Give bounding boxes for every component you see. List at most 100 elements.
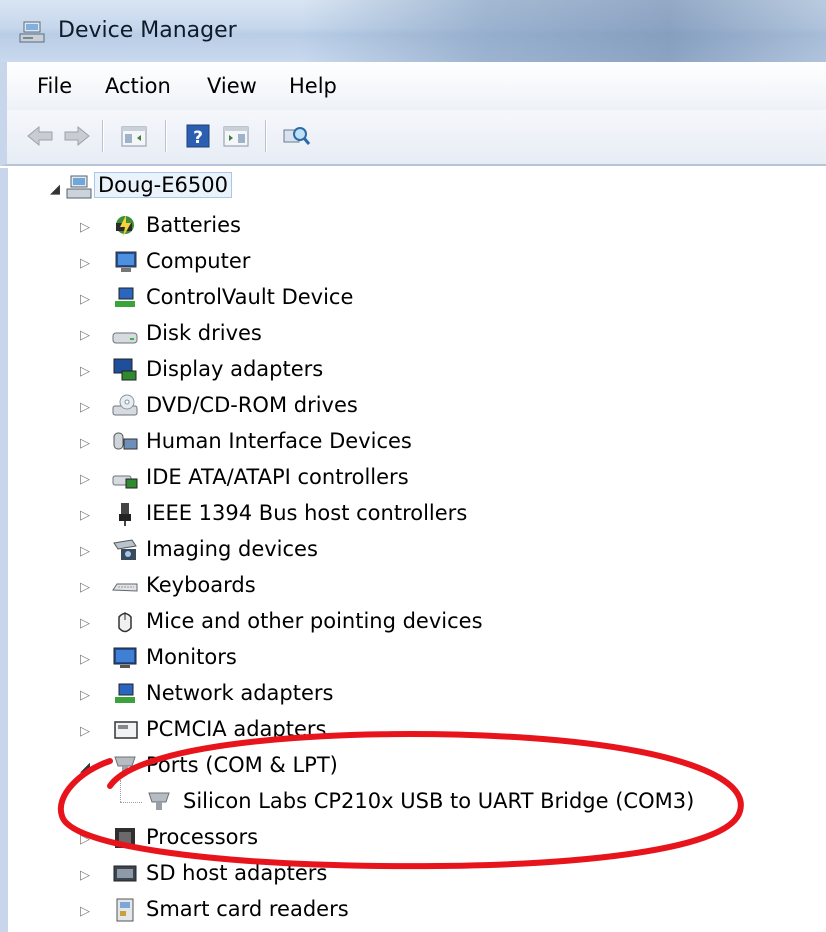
expand-arrow-icon[interactable]: ▷ xyxy=(80,688,90,703)
tree-item-pcmcia[interactable]: ▷ PCMCIA adapters xyxy=(8,712,826,748)
ide-controller-icon xyxy=(112,475,138,489)
expand-arrow-icon[interactable]: ▷ xyxy=(80,436,90,451)
disk-drive-icon xyxy=(112,332,138,344)
menu-bar: File Action View Help xyxy=(0,62,826,110)
tree-item-label: Batteries xyxy=(146,213,241,237)
tree-item-silicon-labs-port[interactable]: Silicon Labs CP210x USB to UART Bridge (… xyxy=(8,780,826,820)
menu-help[interactable]: Help xyxy=(289,74,337,98)
show-hide-console-tree-icon[interactable] xyxy=(119,122,149,150)
tree-item-label: Ports (COM & LPT) xyxy=(146,753,338,777)
expand-arrow-icon[interactable]: ▷ xyxy=(80,220,90,235)
expand-arrow-icon[interactable]: ▷ xyxy=(80,832,90,847)
toolbar-separator xyxy=(265,120,267,152)
tree-item-computer[interactable]: ▷ Computer xyxy=(8,244,826,280)
toolbar: ? xyxy=(0,110,826,166)
port-icon xyxy=(148,792,170,810)
tree-item-label: ControlVault Device xyxy=(146,285,354,309)
tree-item-imaging-devices[interactable]: ▷ Imaging devices xyxy=(8,532,826,568)
tree-item-network-adapters[interactable]: ▷ Network adapters xyxy=(8,676,826,712)
tree-item-ports[interactable]: ◢ Ports (COM & LPT) xyxy=(8,748,826,784)
expand-arrow-icon[interactable]: ▷ xyxy=(80,508,90,523)
computer-icon xyxy=(66,175,92,199)
tree-item-label: Computer xyxy=(146,249,251,273)
window-title: Device Manager xyxy=(58,18,237,43)
back-arrow-icon[interactable] xyxy=(25,122,55,150)
toolbar-separator xyxy=(102,120,104,152)
help-icon[interactable]: ? xyxy=(183,122,213,150)
tree-item-keyboards[interactable]: ▷ Keyboards xyxy=(8,568,826,604)
toolbar-separator xyxy=(165,120,167,152)
expand-arrow-icon[interactable]: ▷ xyxy=(80,652,90,667)
tree-root[interactable]: ◢ Doug-E6500 xyxy=(8,168,826,204)
show-hide-action-pane-icon[interactable] xyxy=(221,122,251,150)
expand-arrow-icon[interactable]: ▷ xyxy=(80,904,90,919)
tree-item-sd-host-adapters[interactable]: ▷ SD host adapters xyxy=(8,856,826,892)
tree-item-hid[interactable]: ▷ Human Interface Devices xyxy=(8,424,826,460)
tree-item-label: Human Interface Devices xyxy=(146,429,412,453)
title-bar-glass xyxy=(300,0,826,62)
mouse-icon xyxy=(118,612,132,633)
scan-for-hardware-changes-icon[interactable] xyxy=(281,122,311,150)
expand-arrow-icon[interactable]: ▷ xyxy=(80,724,90,739)
network-adapter-icon xyxy=(115,683,135,703)
expand-arrow-icon[interactable]: ▷ xyxy=(80,400,90,415)
menu-view[interactable]: View xyxy=(207,74,257,98)
tree-item-label: DVD/CD-ROM drives xyxy=(146,393,358,417)
tree-item-label: PCMCIA adapters xyxy=(146,717,327,741)
tree-item-dvd-cdrom[interactable]: ▷ DVD/CD-ROM drives xyxy=(8,388,826,424)
tree-item-ide-ata[interactable]: ▷ IDE ATA/ATAPI controllers xyxy=(8,460,826,496)
expand-arrow-icon[interactable]: ▷ xyxy=(80,616,90,631)
tree-item-label: Smart card readers xyxy=(146,897,349,921)
expand-arrow-icon[interactable]: ▷ xyxy=(80,364,90,379)
menu-file[interactable]: File xyxy=(37,74,72,98)
tree-item-smart-card-readers[interactable]: ▷ Smart card readers xyxy=(8,892,826,928)
expand-arrow-icon[interactable]: ▷ xyxy=(80,292,90,307)
ieee1394-icon xyxy=(119,503,131,526)
computer-icon xyxy=(115,251,137,272)
menu-action[interactable]: Action xyxy=(105,74,171,98)
tree-connector xyxy=(120,780,121,802)
tree-item-display-adapters[interactable]: ▷ Display adapters xyxy=(8,352,826,388)
collapse-arrow-icon[interactable]: ◢ xyxy=(50,182,60,197)
display-adapter-icon xyxy=(113,358,137,381)
device-tree: ◢ Doug-E6500 ▷ Batteries ▷ Computer ▷ Co… xyxy=(0,168,826,932)
tree-item-label: Processors xyxy=(146,825,259,849)
device-manager-icon xyxy=(19,21,45,43)
tree-item-label: Network adapters xyxy=(146,681,334,705)
tree-item-label: SD host adapters xyxy=(146,861,328,885)
processor-icon xyxy=(115,828,135,848)
tree-item-label: Keyboards xyxy=(146,573,256,597)
tree-item-label: Monitors xyxy=(146,645,237,669)
tree-item-controlvault[interactable]: ▷ ControlVault Device xyxy=(8,280,826,316)
expand-arrow-icon[interactable]: ▷ xyxy=(80,868,90,883)
tree-item-processors[interactable]: ▷ Processors xyxy=(8,820,826,856)
monitor-icon xyxy=(113,647,137,668)
tree-item-mice[interactable]: ▷ Mice and other pointing devices xyxy=(8,604,826,640)
expand-arrow-icon[interactable]: ▷ xyxy=(80,544,90,559)
tree-item-label: Display adapters xyxy=(146,357,324,381)
hid-icon xyxy=(113,432,138,450)
svg-text:?: ? xyxy=(193,128,203,148)
expand-arrow-icon[interactable]: ▷ xyxy=(80,328,90,343)
tree-item-ieee1394[interactable]: ▷ IEEE 1394 Bus host controllers xyxy=(8,496,826,532)
battery-icon xyxy=(116,215,134,237)
pcmcia-icon xyxy=(114,721,138,739)
tree-item-label: Mice and other pointing devices xyxy=(146,609,483,633)
network-device-icon xyxy=(115,287,135,307)
camera-icon xyxy=(113,539,137,560)
tree-item-label: Disk drives xyxy=(146,321,262,345)
collapse-arrow-icon[interactable]: ◢ xyxy=(80,760,90,775)
tree-item-disk-drives[interactable]: ▷ Disk drives xyxy=(8,316,826,352)
keyboard-icon xyxy=(112,583,138,592)
tree-item-monitors[interactable]: ▷ Monitors xyxy=(8,640,826,676)
title-bar: Device Manager xyxy=(0,0,826,63)
dvd-drive-icon xyxy=(112,394,138,416)
expand-arrow-icon[interactable]: ▷ xyxy=(80,472,90,487)
sd-adapter-icon xyxy=(113,865,137,882)
root-computer-name: Doug-E6500 xyxy=(94,172,232,198)
forward-arrow-icon[interactable] xyxy=(62,122,92,150)
tree-item-label: IDE ATA/ATAPI controllers xyxy=(146,465,409,489)
expand-arrow-icon[interactable]: ▷ xyxy=(80,256,90,271)
tree-item-batteries[interactable]: ▷ Batteries xyxy=(8,208,826,244)
expand-arrow-icon[interactable]: ▷ xyxy=(80,580,90,595)
